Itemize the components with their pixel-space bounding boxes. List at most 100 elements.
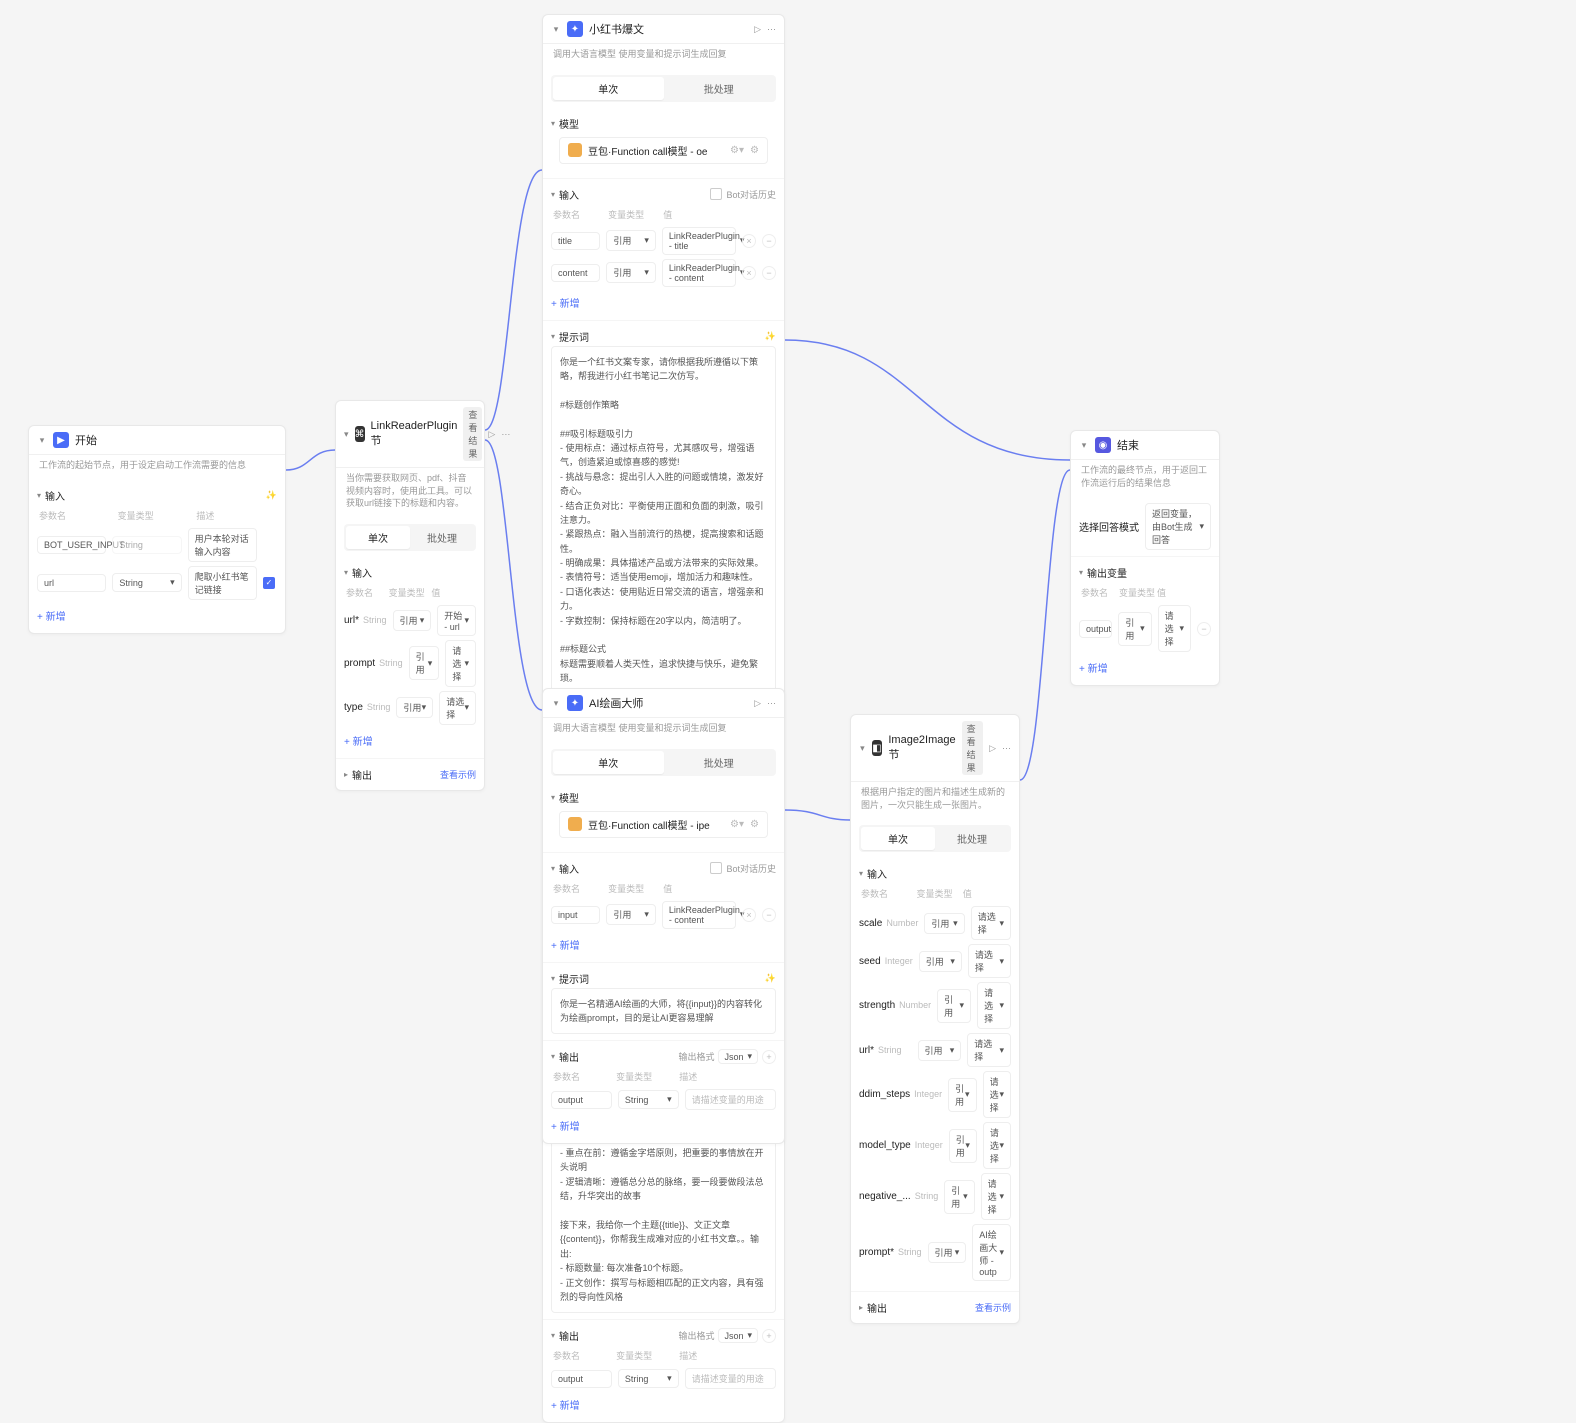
wand-icon[interactable]: ✨ bbox=[765, 973, 776, 984]
ref-select[interactable]: 引用▾ bbox=[396, 697, 433, 718]
chevron-down-icon[interactable]: ▾ bbox=[551, 1331, 555, 1340]
chevron-right-icon[interactable]: ▸ bbox=[344, 770, 348, 779]
param-name[interactable]: title bbox=[551, 232, 600, 250]
add-button[interactable]: + 新增 bbox=[344, 729, 476, 752]
param-name[interactable]: output bbox=[551, 1091, 612, 1109]
val-select[interactable]: AI绘画大师 - outp▾ bbox=[972, 1224, 1011, 1281]
val-select[interactable]: 开始 - url▾ bbox=[437, 605, 476, 636]
clear-icon[interactable]: × bbox=[742, 234, 756, 248]
ref-select[interactable]: 引用▾ bbox=[948, 1078, 976, 1112]
ref-select[interactable]: 引用▾ bbox=[949, 1129, 977, 1163]
val-select[interactable]: 请选择▾ bbox=[977, 982, 1011, 1029]
result-badge[interactable]: 查看结果 bbox=[463, 407, 482, 461]
ref-select[interactable]: 引用▾ bbox=[409, 646, 440, 680]
model-select[interactable]: 豆包·Function call模型 - ipe ⚙▾ ⚙ bbox=[559, 811, 768, 838]
param-desc[interactable]: 爬取小红书笔记链接 bbox=[188, 566, 257, 600]
param-name[interactable]: input bbox=[551, 906, 600, 924]
chevron-down-icon[interactable]: ▾ bbox=[859, 869, 863, 878]
chevron-down-icon[interactable]: ▾ bbox=[551, 332, 555, 341]
wand-icon[interactable]: ✨ bbox=[266, 490, 277, 501]
chevron-down-icon[interactable]: ▾ bbox=[551, 119, 555, 128]
tab-batch[interactable]: 批处理 bbox=[410, 526, 474, 549]
result-badge[interactable]: 查看结果 bbox=[962, 721, 983, 775]
val-select[interactable]: LinkReaderPlugin - content▾ bbox=[662, 259, 736, 287]
add-button[interactable]: + 新增 bbox=[551, 933, 776, 956]
more-icon[interactable]: ⋯ bbox=[767, 24, 776, 35]
param-name[interactable]: url bbox=[37, 574, 106, 592]
param-desc[interactable]: 请描述变量的用途 bbox=[685, 1368, 776, 1389]
chevron-down-icon[interactable]: ▾ bbox=[551, 24, 561, 34]
format-select[interactable]: Json▾ bbox=[718, 1328, 758, 1343]
val-select[interactable]: 请选择▾ bbox=[983, 1122, 1011, 1169]
example-link[interactable]: 查看示例 bbox=[975, 1301, 1011, 1314]
tab-single[interactable]: 单次 bbox=[553, 751, 664, 774]
ref-select[interactable]: 引用▾ bbox=[606, 230, 655, 251]
chevron-down-icon[interactable]: ▾ bbox=[551, 1052, 555, 1061]
chevron-down-icon[interactable]: ▾ bbox=[551, 793, 555, 802]
val-select[interactable]: 请选择▾ bbox=[439, 691, 476, 725]
tab-single[interactable]: 单次 bbox=[346, 526, 410, 549]
val-select[interactable]: 请选择▾ bbox=[983, 1071, 1011, 1118]
model-select[interactable]: 豆包·Function call模型 - oe ⚙▾ ⚙ bbox=[559, 137, 768, 164]
remove-icon[interactable]: − bbox=[1197, 622, 1211, 636]
val-select[interactable]: 请选择▾ bbox=[967, 1033, 1011, 1067]
prompt-text[interactable]: 你是一名精通AI绘画的大师，将{{input}}的内容转化为绘画prompt，目… bbox=[551, 988, 776, 1035]
add-output-icon[interactable]: + bbox=[762, 1050, 776, 1064]
chevron-down-icon[interactable]: ▾ bbox=[37, 491, 41, 500]
chevron-down-icon[interactable]: ▾ bbox=[37, 435, 47, 445]
ref-select[interactable]: 引用▾ bbox=[919, 951, 962, 972]
ref-select[interactable]: 引用▾ bbox=[937, 989, 971, 1023]
type-select[interactable]: String▾ bbox=[112, 573, 181, 592]
add-output-icon[interactable]: + bbox=[762, 1329, 776, 1343]
add-button[interactable]: + 新增 bbox=[551, 291, 776, 314]
param-desc[interactable]: 请描述变量的用途 bbox=[685, 1089, 776, 1110]
history-checkbox[interactable] bbox=[710, 188, 722, 200]
val-select[interactable]: LinkReaderPlugin - content▾ bbox=[662, 901, 736, 929]
play-icon[interactable]: ▷ bbox=[754, 698, 761, 709]
param-name[interactable]: output bbox=[551, 1370, 612, 1388]
type-select[interactable]: String▾ bbox=[618, 1090, 679, 1109]
chevron-right-icon[interactable]: ▸ bbox=[859, 1303, 863, 1312]
ref-select[interactable]: 引用▾ bbox=[918, 1040, 962, 1061]
required-checkbox[interactable]: ✓ bbox=[263, 577, 275, 589]
add-button[interactable]: + 新增 bbox=[551, 1114, 776, 1137]
history-checkbox[interactable] bbox=[710, 862, 722, 874]
ref-select[interactable]: 引用▾ bbox=[606, 262, 655, 283]
remove-icon[interactable]: − bbox=[762, 908, 776, 922]
play-icon[interactable]: ▷ bbox=[754, 24, 761, 35]
chevron-down-icon[interactable]: ▾ bbox=[344, 568, 348, 577]
ref-select[interactable]: 引用▾ bbox=[944, 1180, 974, 1214]
val-select[interactable]: 请选择▾ bbox=[981, 1173, 1011, 1220]
more-icon[interactable]: ⋯ bbox=[501, 429, 510, 440]
format-select[interactable]: Json▾ bbox=[718, 1049, 758, 1064]
chevron-down-icon[interactable]: ▾ bbox=[551, 864, 555, 873]
chevron-down-icon[interactable]: ▾ bbox=[1079, 440, 1089, 450]
ref-select[interactable]: 引用▾ bbox=[606, 904, 655, 925]
remove-icon[interactable]: − bbox=[762, 234, 776, 248]
val-select[interactable]: LinkReaderPlugin - title▾ bbox=[662, 227, 736, 255]
chevron-down-icon[interactable]: ▾ bbox=[1079, 568, 1083, 577]
val-select[interactable]: 请选择▾ bbox=[445, 640, 476, 687]
clear-icon[interactable]: × bbox=[742, 266, 756, 280]
type-select[interactable]: String▾ bbox=[618, 1369, 679, 1388]
clear-icon[interactable]: × bbox=[742, 908, 756, 922]
param-desc[interactable]: 用户本轮对话输入内容 bbox=[188, 528, 257, 562]
chevron-down-icon[interactable]: ▾ bbox=[551, 190, 555, 199]
more-icon[interactable]: ⋯ bbox=[767, 698, 776, 709]
ref-select[interactable]: 引用▾ bbox=[1118, 612, 1151, 646]
remove-icon[interactable]: − bbox=[762, 266, 776, 280]
param-name[interactable]: content bbox=[551, 264, 600, 282]
chevron-down-icon[interactable]: ▾ bbox=[344, 429, 349, 439]
example-link[interactable]: 查看示例 bbox=[440, 768, 476, 781]
tab-batch[interactable]: 批处理 bbox=[935, 827, 1009, 850]
ref-select[interactable]: 引用▾ bbox=[928, 1242, 967, 1263]
tab-single[interactable]: 单次 bbox=[553, 77, 664, 100]
tab-batch[interactable]: 批处理 bbox=[664, 77, 775, 100]
ref-select[interactable]: 引用▾ bbox=[924, 913, 964, 934]
param-name[interactable]: BOT_USER_INPUT bbox=[37, 536, 106, 554]
more-icon[interactable]: ⋯ bbox=[1002, 743, 1011, 754]
add-button[interactable]: + 新增 bbox=[37, 604, 277, 627]
play-icon[interactable]: ▷ bbox=[989, 743, 996, 754]
add-button[interactable]: + 新增 bbox=[1079, 656, 1211, 679]
val-select[interactable]: 请选择▾ bbox=[968, 944, 1011, 978]
